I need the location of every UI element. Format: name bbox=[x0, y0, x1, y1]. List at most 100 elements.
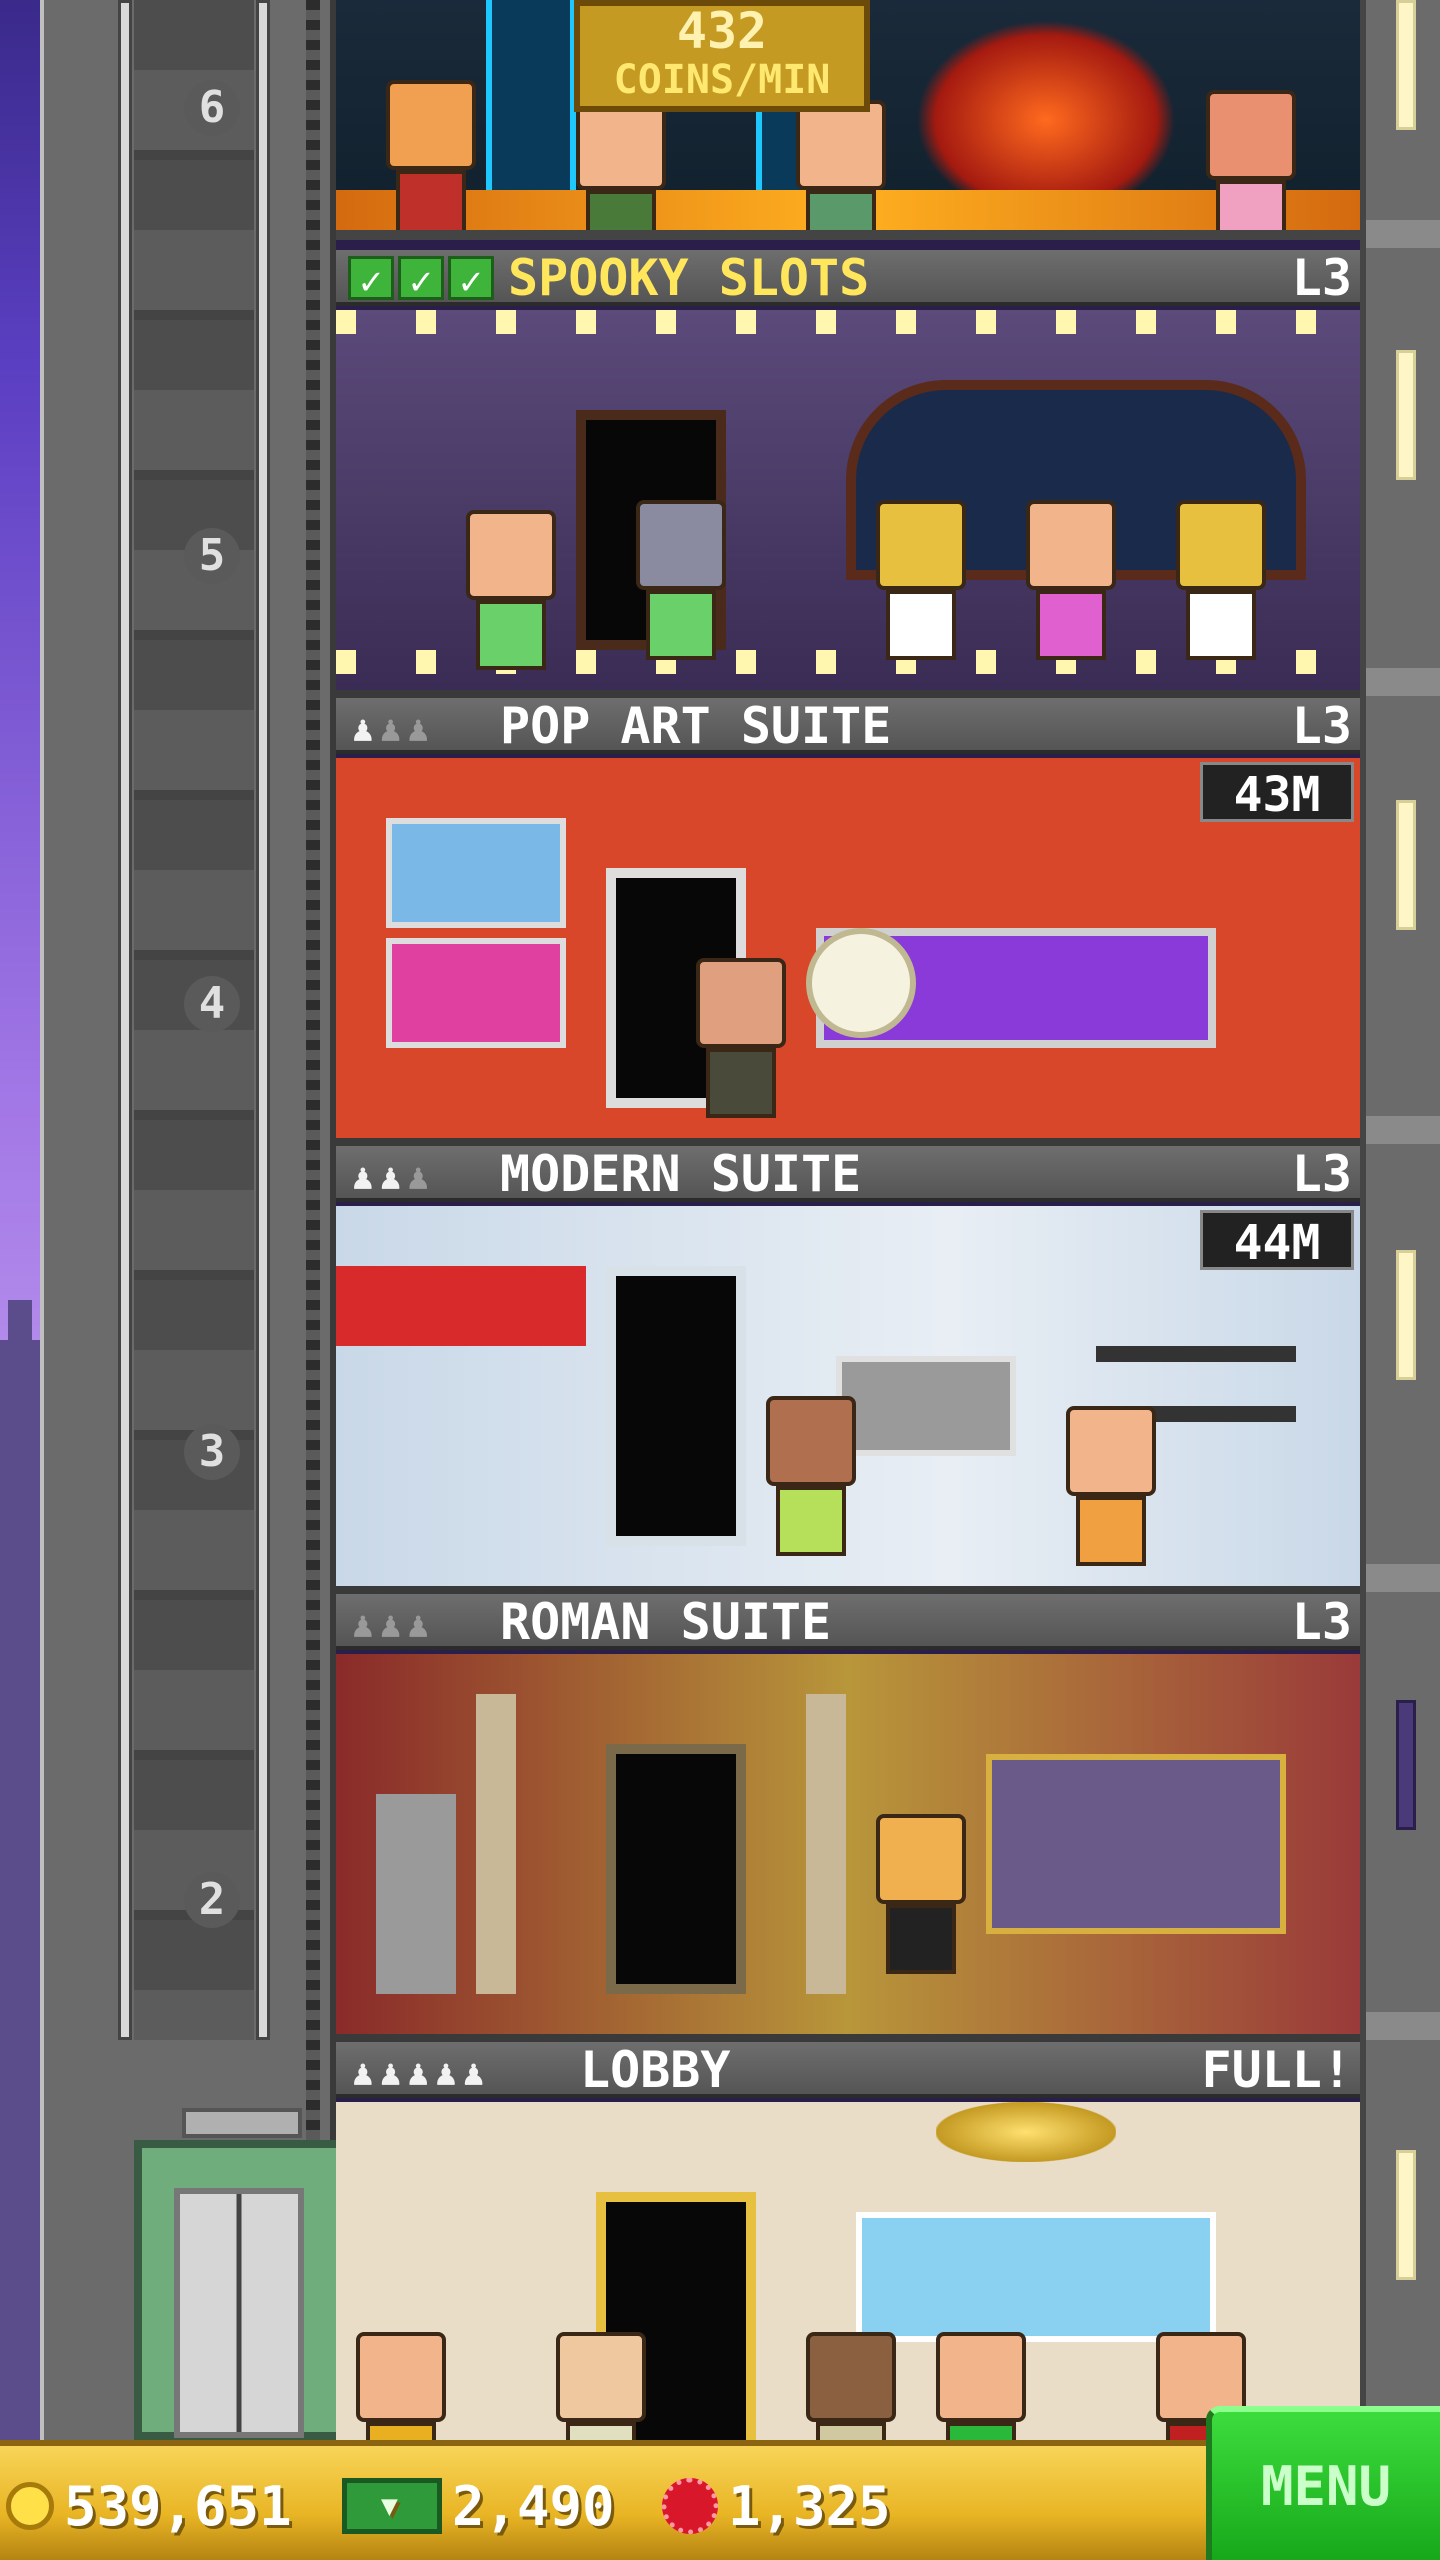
floor-header: ♟ ♟ ♟ POP ART SUITE L3 bbox=[336, 698, 1360, 754]
floor-level: L3 bbox=[1291, 249, 1352, 307]
person-sprite[interactable] bbox=[766, 1396, 856, 1556]
floor-number-5: 5 bbox=[184, 528, 240, 584]
pop-art-painting bbox=[386, 818, 566, 928]
floor-room[interactable] bbox=[336, 310, 1360, 698]
golden-tickets-counter: 1,325 bbox=[662, 2474, 891, 2538]
floor-value-badge: 43M bbox=[1200, 762, 1354, 823]
city-skyline-background bbox=[0, 0, 40, 2440]
floor-header: ♟ ♟ ♟ ♟ ♟ LOBBY FULL! bbox=[336, 2042, 1360, 2098]
person-icon: ♟ bbox=[352, 1157, 374, 1198]
person-sprite[interactable] bbox=[1206, 90, 1296, 230]
city-building-silhouette-top bbox=[8, 1300, 32, 1340]
menu-button[interactable]: MENU bbox=[1206, 2406, 1440, 2560]
floor-stars: ♟ ♟ ♟ bbox=[352, 1598, 429, 1654]
abstract-painting bbox=[836, 1356, 1016, 1456]
floor-doorway bbox=[606, 1266, 746, 1546]
ticket-icon bbox=[662, 2478, 718, 2534]
person-icon: ♟ bbox=[379, 1157, 402, 1198]
chandelier-icon bbox=[936, 2102, 1116, 2162]
window-dark-icon bbox=[1396, 1700, 1416, 1830]
coins-rate-unit: COINS/MIN bbox=[613, 57, 831, 103]
floor-name: LOBBY bbox=[580, 2041, 731, 2099]
window-light-icon bbox=[1396, 800, 1416, 930]
person-icon: ♟ bbox=[407, 1605, 430, 1646]
person-icon: ♟ bbox=[379, 2053, 402, 2094]
person-icon: ♟ bbox=[352, 2053, 374, 2094]
statue bbox=[376, 1794, 456, 1994]
person-icon: ♟ bbox=[407, 1157, 430, 1198]
elevator-shaft[interactable]: 6 5 4 3 2 bbox=[40, 0, 344, 2440]
elevator-doors bbox=[174, 2188, 304, 2438]
golden-tickets-value: 1,325 bbox=[728, 2474, 891, 2538]
floor-header: ♟ ♟ ♟ ROMAN SUITE L3 bbox=[336, 1594, 1360, 1650]
window-light-icon bbox=[1396, 0, 1416, 130]
elevator-car[interactable] bbox=[134, 2108, 344, 2440]
floor-stars: ♟ ♟ ♟ ♟ ♟ bbox=[352, 2046, 484, 2102]
floor-name: POP ART SUITE bbox=[500, 697, 892, 755]
coin-icon bbox=[6, 2482, 54, 2530]
person-sprite[interactable] bbox=[936, 2332, 1026, 2440]
person-sprite[interactable] bbox=[876, 1814, 966, 1974]
floor-room[interactable] bbox=[336, 1654, 1360, 2042]
elevator-rail-right bbox=[256, 0, 270, 2040]
person-icon: ♟ bbox=[379, 709, 402, 750]
roman-column bbox=[806, 1694, 846, 1994]
curtained-window bbox=[986, 1754, 1286, 1934]
floor-header: ✓ ✓ ✓ SPOOKY SLOTS L3 bbox=[336, 250, 1360, 306]
person-sprite[interactable] bbox=[556, 2332, 646, 2440]
slot-machine[interactable] bbox=[1176, 500, 1266, 660]
floor-doorway bbox=[606, 1744, 746, 1994]
check-icon: ✓ bbox=[448, 256, 494, 303]
tower-bux-counter: 2,490 bbox=[342, 2474, 615, 2538]
person-sprite[interactable] bbox=[806, 2332, 896, 2440]
coins-per-min-sign: 432 COINS/MIN bbox=[574, 0, 870, 112]
window-light-icon bbox=[1396, 1250, 1416, 1380]
zombie-sprite[interactable] bbox=[636, 500, 726, 660]
slot-machine[interactable] bbox=[876, 500, 966, 660]
check-icon: ✓ bbox=[348, 256, 394, 303]
floor-stars: ♟ ♟ ♟ bbox=[352, 702, 429, 758]
floor-stars: ♟ ♟ ♟ bbox=[352, 1150, 429, 1206]
window-light-icon bbox=[1396, 2150, 1416, 2280]
elevator-car-top bbox=[182, 2108, 302, 2138]
coins-rate-value: 432 bbox=[676, 2, 768, 60]
completion-checks: ✓ ✓ ✓ bbox=[348, 256, 494, 303]
tower-bux-icon bbox=[342, 2478, 442, 2534]
floor-name: SPOOKY SLOTS bbox=[508, 249, 870, 307]
person-icon: ♟ bbox=[407, 709, 430, 750]
floor-name: ROMAN SUITE bbox=[500, 1593, 832, 1651]
pop-art-painting bbox=[386, 938, 566, 1048]
floor-number-4: 4 bbox=[184, 976, 240, 1032]
elevator-rail-left bbox=[118, 0, 132, 2040]
person-sprite[interactable] bbox=[576, 100, 666, 230]
person-sprite[interactable] bbox=[356, 2332, 446, 2440]
marquee-lights bbox=[336, 310, 1360, 334]
coins-value: 539,651 bbox=[64, 2474, 292, 2538]
person-sprite[interactable] bbox=[1066, 1406, 1156, 1566]
person-sprite[interactable] bbox=[1026, 500, 1116, 660]
coins-counter: 539,651 bbox=[6, 2474, 292, 2538]
floor-level: L3 bbox=[1291, 1145, 1352, 1203]
wall-shelf bbox=[1096, 1346, 1296, 1362]
red-wall-panel bbox=[336, 1266, 586, 1346]
window-light-icon bbox=[1396, 350, 1416, 480]
person-icon: ♟ bbox=[462, 2053, 485, 2094]
person-sprite[interactable] bbox=[466, 510, 556, 670]
floor-name: MODERN SUITE bbox=[500, 1145, 862, 1203]
floor-value-badge: 44M bbox=[1200, 1210, 1354, 1271]
floor-number-2: 2 bbox=[184, 1872, 240, 1928]
person-icon: ♟ bbox=[379, 1605, 402, 1646]
person-icon: ♟ bbox=[407, 2053, 430, 2094]
person-sprite[interactable] bbox=[386, 80, 476, 230]
person-sprite[interactable] bbox=[796, 100, 886, 230]
city-building-silhouette bbox=[0, 1340, 40, 2440]
person-icon: ♟ bbox=[352, 709, 374, 750]
person-sprite[interactable] bbox=[696, 958, 786, 1118]
person-icon: ♟ bbox=[435, 2053, 457, 2094]
check-icon: ✓ bbox=[398, 256, 444, 303]
floor-level: FULL! bbox=[1201, 2041, 1352, 2099]
floor-room[interactable] bbox=[336, 2102, 1360, 2440]
floor-level: L3 bbox=[1291, 1593, 1352, 1651]
elevator-chain bbox=[306, 0, 320, 2440]
aquarium bbox=[856, 2212, 1216, 2342]
